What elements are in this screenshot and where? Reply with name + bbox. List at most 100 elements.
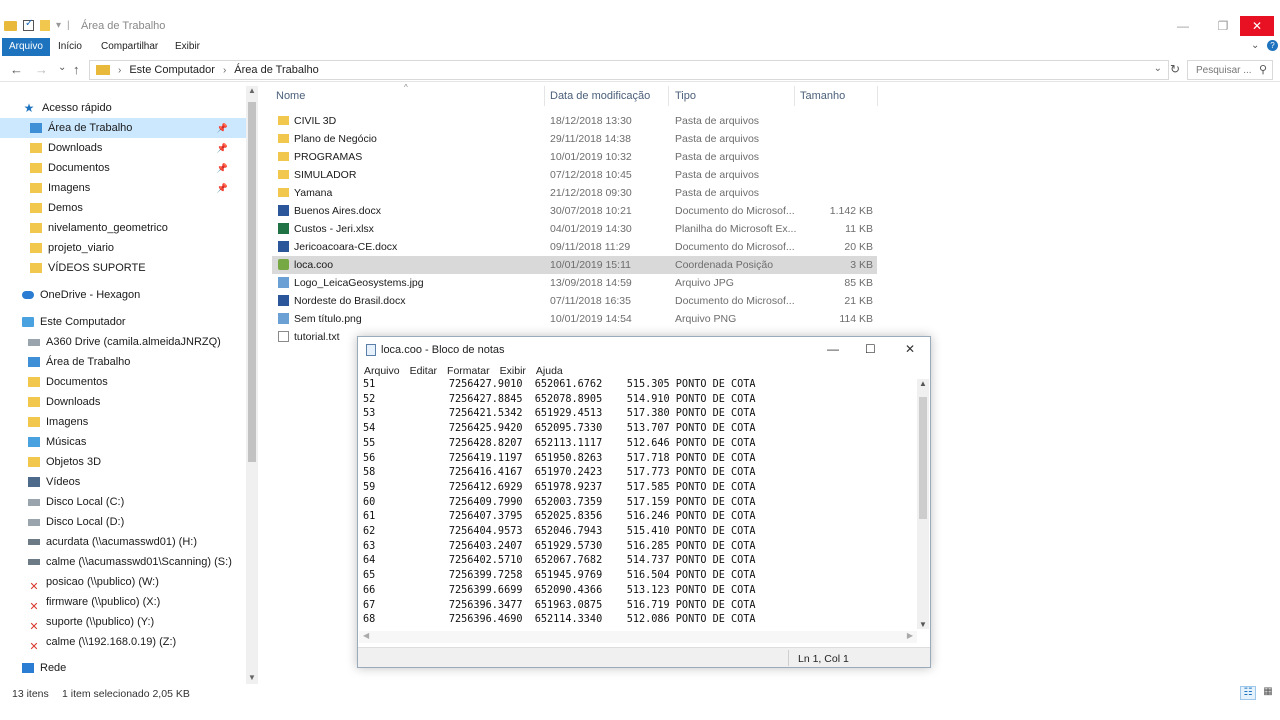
file-row[interactable]: Buenos Aires.docx 30/07/2018 10:21 Documen… <box>272 202 877 220</box>
breadcrumb-este-computador[interactable]: Este Computador <box>129 64 215 76</box>
file-row[interactable]: Sem título.png 10/01/2019 14:54 Arquivo PN… <box>272 310 877 328</box>
file-row[interactable]: Nordeste do Brasil.docx 07/11/2018 16:35 D… <box>272 292 877 310</box>
nav-pc-item[interactable]: Disco Local (D:) <box>28 512 124 532</box>
nav-rede[interactable]: Rede <box>22 658 66 678</box>
nav-quick-item[interactable]: Downloads 📌 <box>0 138 246 158</box>
tab-exibir[interactable]: Exibir <box>175 38 200 56</box>
nav-pc-item[interactable]: ✕ calme (\\192.168.0.19) (Z:) <box>28 632 176 653</box>
back-button[interactable]: ← <box>10 62 23 77</box>
column-header-size[interactable]: Tamanho <box>800 90 845 102</box>
details-view-icon[interactable]: ☷ <box>1240 686 1256 700</box>
nav-onedrive[interactable]: OneDrive - Hexagon <box>22 285 140 305</box>
notepad-text-area[interactable]: 51 7256427.9010 652061.6762 515.305 PONT… <box>359 379 919 629</box>
navigation-scrollbar[interactable]: ▲ ▼ <box>246 86 258 684</box>
menu-arquivo[interactable]: Arquivo <box>364 363 400 379</box>
pin-icon[interactable]: 📌 <box>217 178 228 198</box>
nav-quick-item[interactable]: VÍDEOS SUPORTE <box>0 258 246 278</box>
file-type: Pasta de arquivos <box>675 115 760 127</box>
folder-icon <box>30 203 42 213</box>
file-row[interactable]: Logo_LeicaGeosystems.jpg 13/09/2018 14:59… <box>272 274 877 292</box>
file-row[interactable]: Yamana 21/12/2018 09:30 Pasta de arquivos <box>272 184 877 202</box>
nav-pc-item[interactable]: Downloads <box>28 392 100 412</box>
recent-locations-button[interactable]: ⌄ <box>58 62 66 73</box>
file-row[interactable]: SIMULADOR 07/12/2018 10:45 Pasta de arquiv… <box>272 166 877 184</box>
scroll-up-icon[interactable]: ▲ <box>248 86 256 95</box>
nav-quick-item[interactable]: nivelamento_geometrico <box>0 218 246 238</box>
nav-quick-item[interactable]: Imagens 📌 <box>0 178 246 198</box>
notepad-horizontal-scrollbar[interactable]: ◀ ▶ <box>359 631 917 643</box>
column-header-name[interactable]: Nome <box>276 90 305 102</box>
nav-quick-item[interactable]: projeto_viario <box>0 238 246 258</box>
column-divider[interactable] <box>794 86 795 106</box>
up-button[interactable]: ↑ <box>73 62 80 77</box>
nav-pc-item[interactable]: A360 Drive (camila.almeidaJNRZQ) <box>28 332 221 352</box>
nav-quick-access[interactable]: ★ Acesso rápido <box>22 98 112 118</box>
menu-ajuda[interactable]: Ajuda <box>536 363 563 379</box>
nav-pc-item[interactable]: Documentos <box>28 372 108 392</box>
file-row[interactable]: Custos - Jeri.xlsx 04/01/2019 14:30 Planil… <box>272 220 877 238</box>
new-folder-icon[interactable] <box>40 20 50 31</box>
file-row[interactable]: Jericoacoara-CE.docx 09/11/2018 11:29 Docu… <box>272 238 877 256</box>
column-header-type[interactable]: Tipo <box>675 90 696 102</box>
tab-arquivo[interactable]: Arquivo <box>2 38 50 56</box>
scroll-down-icon[interactable]: ▼ <box>919 620 927 629</box>
nav-este-computador[interactable]: Este Computador <box>22 312 126 332</box>
customize-toolbar-icon[interactable]: ▾ <box>56 20 61 31</box>
expand-ribbon-icon[interactable]: ⌄ <box>1251 40 1259 51</box>
minimize-button[interactable]: — <box>1163 16 1203 36</box>
nav-pc-item[interactable]: calme (\\acumasswd01\Scanning) (S:) <box>28 552 232 572</box>
notepad-vertical-scrollbar[interactable]: ▲ ▼ <box>917 379 929 629</box>
help-icon[interactable]: ? <box>1267 40 1278 51</box>
scrollbar-thumb[interactable] <box>248 102 256 462</box>
scrollbar-thumb[interactable] <box>919 397 927 519</box>
nav-pc-item[interactable]: Área de Trabalho <box>28 352 130 372</box>
pin-icon[interactable]: 📌 <box>217 118 228 138</box>
forward-button[interactable]: → <box>35 62 48 77</box>
menu-formatar[interactable]: Formatar <box>447 363 490 379</box>
nav-pc-item[interactable]: acurdata (\\acumasswd01) (H:) <box>28 532 197 552</box>
restore-button[interactable]: ❐ <box>1203 16 1243 36</box>
menu-editar[interactable]: Editar <box>410 363 437 379</box>
refresh-icon[interactable]: ↻ <box>1170 62 1180 76</box>
nav-pc-item[interactable]: ✕ posicao (\\publico) (W:) <box>28 572 159 593</box>
file-row[interactable]: CIVIL 3D 18/12/2018 13:30 Pasta de arquivo… <box>272 112 877 130</box>
large-icons-view-icon[interactable]: ▦ <box>1260 686 1276 700</box>
breadcrumb-area-de-trabalho[interactable]: Área de Trabalho <box>234 64 318 76</box>
scroll-down-icon[interactable]: ▼ <box>248 673 256 682</box>
file-row[interactable]: PROGRAMAS 10/01/2019 10:32 Pasta de arquiv… <box>272 148 877 166</box>
nav-pc-item[interactable]: Objetos 3D <box>28 452 101 472</box>
nav-quick-item[interactable]: Documentos 📌 <box>0 158 246 178</box>
nav-pc-item[interactable]: Disco Local (C:) <box>28 492 124 512</box>
nav-pc-item[interactable]: Músicas <box>28 432 86 452</box>
notepad-minimize-button[interactable]: — <box>827 342 839 356</box>
close-button[interactable]: ✕ <box>1240 16 1274 36</box>
file-row[interactable]: loca.coo 10/01/2019 15:11 Coordenada Posiç… <box>272 256 877 274</box>
notepad-title-bar[interactable]: loca.coo - Bloco de notas — ☐ ✕ <box>358 337 930 363</box>
address-dropdown-icon[interactable]: ⌄ <box>1154 63 1162 74</box>
address-input[interactable]: › Este Computador › Área de Trabalho ⌄ <box>89 60 1169 80</box>
folder-file-icon <box>278 116 289 125</box>
scroll-left-icon[interactable]: ◀ <box>363 631 369 640</box>
column-header-modified[interactable]: Data de modificação <box>550 90 650 102</box>
pin-icon[interactable]: 📌 <box>217 138 228 158</box>
menu-exibir[interactable]: Exibir <box>500 363 526 379</box>
nav-pc-item[interactable]: ✕ firmware (\\publico) (X:) <box>28 592 160 613</box>
nav-pc-item[interactable]: Imagens <box>28 412 88 432</box>
column-divider[interactable] <box>668 86 669 106</box>
nav-pc-item[interactable]: Vídeos <box>28 472 80 492</box>
scroll-right-icon[interactable]: ▶ <box>907 631 913 640</box>
nav-pc-item[interactable]: ✕ suporte (\\publico) (Y:) <box>28 612 154 633</box>
scroll-up-icon[interactable]: ▲ <box>919 379 927 388</box>
nav-quick-item[interactable]: Demos <box>0 198 246 218</box>
nav-quick-item[interactable]: Área de Trabalho 📌 <box>0 118 246 138</box>
tab-inicio[interactable]: Início <box>58 38 82 56</box>
column-divider[interactable] <box>544 86 545 106</box>
tab-compartilhar[interactable]: Compartilhar <box>101 38 158 56</box>
column-divider[interactable] <box>877 86 878 106</box>
search-input[interactable]: Pesquisar ... ⚲ <box>1187 60 1273 80</box>
file-row[interactable]: Plano de Negócio 29/11/2018 14:38 Pasta de… <box>272 130 877 148</box>
pin-icon[interactable]: 📌 <box>217 158 228 178</box>
notepad-maximize-button[interactable]: ☐ <box>865 342 876 356</box>
properties-icon[interactable] <box>23 18 34 31</box>
notepad-close-button[interactable]: ✕ <box>905 342 915 356</box>
